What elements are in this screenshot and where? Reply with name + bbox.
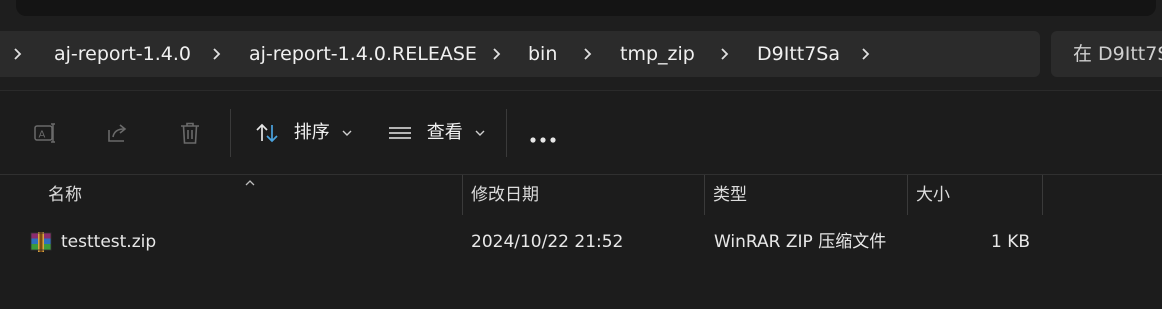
breadcrumb-release[interactable]: aj-report-1.4.0.RELEASE [249,31,477,77]
chevron-right-icon[interactable] [717,46,733,62]
chevron-right-icon[interactable] [10,46,26,62]
view-label: 查看 [426,122,463,143]
view-icon [389,127,411,139]
file-type: WinRAR ZIP 压缩文件 [714,232,887,252]
chevron-right-icon[interactable] [858,46,874,62]
chevron-right-icon[interactable] [209,46,225,62]
toolbar-separator [230,109,231,157]
chevron-right-icon[interactable] [580,46,596,62]
search-input[interactable]: 在 D9Itt7Sa [1051,31,1162,77]
sort-icon [256,123,278,143]
view-button[interactable]: 查看 [387,115,486,151]
chevron-down-icon [475,130,485,136]
delete-icon[interactable] [177,120,203,146]
title-strip [0,0,1162,22]
column-date-modified[interactable]: 修改日期 [471,175,539,215]
column-name[interactable]: 名称 [48,175,82,215]
file-modified: 2024/10/22 21:52 [471,232,624,252]
column-header: 名称 修改日期 类型 大小 [0,174,1162,215]
column-divider[interactable] [907,175,908,215]
column-divider[interactable] [704,175,705,215]
navigation-bar: aj-report-1.4.0 aj-report-1.4.0.RELEASE … [0,22,1162,90]
sort-label: 排序 [293,122,330,143]
toolbar-separator [506,109,507,157]
column-size[interactable]: 大小 [916,175,950,215]
column-divider[interactable] [1042,175,1043,215]
breadcrumb-tmp-zip[interactable]: tmp_zip [620,31,695,77]
command-bar: A 排序 查看 [0,90,1162,175]
column-type[interactable]: 类型 [713,175,747,215]
file-size: 1 KB [990,232,1030,252]
more-icon[interactable] [529,129,559,143]
breadcrumb-aj-report[interactable]: aj-report-1.4.0 [54,31,191,77]
column-divider[interactable] [462,175,463,215]
svg-text:A: A [39,130,46,141]
address-bar[interactable]: aj-report-1.4.0 aj-report-1.4.0.RELEASE … [0,31,1040,77]
share-icon[interactable] [104,120,130,146]
rename-icon[interactable]: A [32,120,58,146]
sort-button[interactable]: 排序 [254,115,353,151]
file-name[interactable]: testtest.zip [61,222,156,262]
window-tab [16,0,1156,16]
sort-ascending-icon [244,173,256,186]
file-row[interactable]: testtest.zip 2024/10/22 21:52 WinRAR ZIP… [0,222,1162,262]
chevron-down-icon [342,130,352,136]
breadcrumb-bin[interactable]: bin [528,31,557,77]
breadcrumb-current-folder[interactable]: D9Itt7Sa [757,31,840,77]
chevron-right-icon[interactable] [489,46,505,62]
winrar-zip-icon [30,231,52,253]
